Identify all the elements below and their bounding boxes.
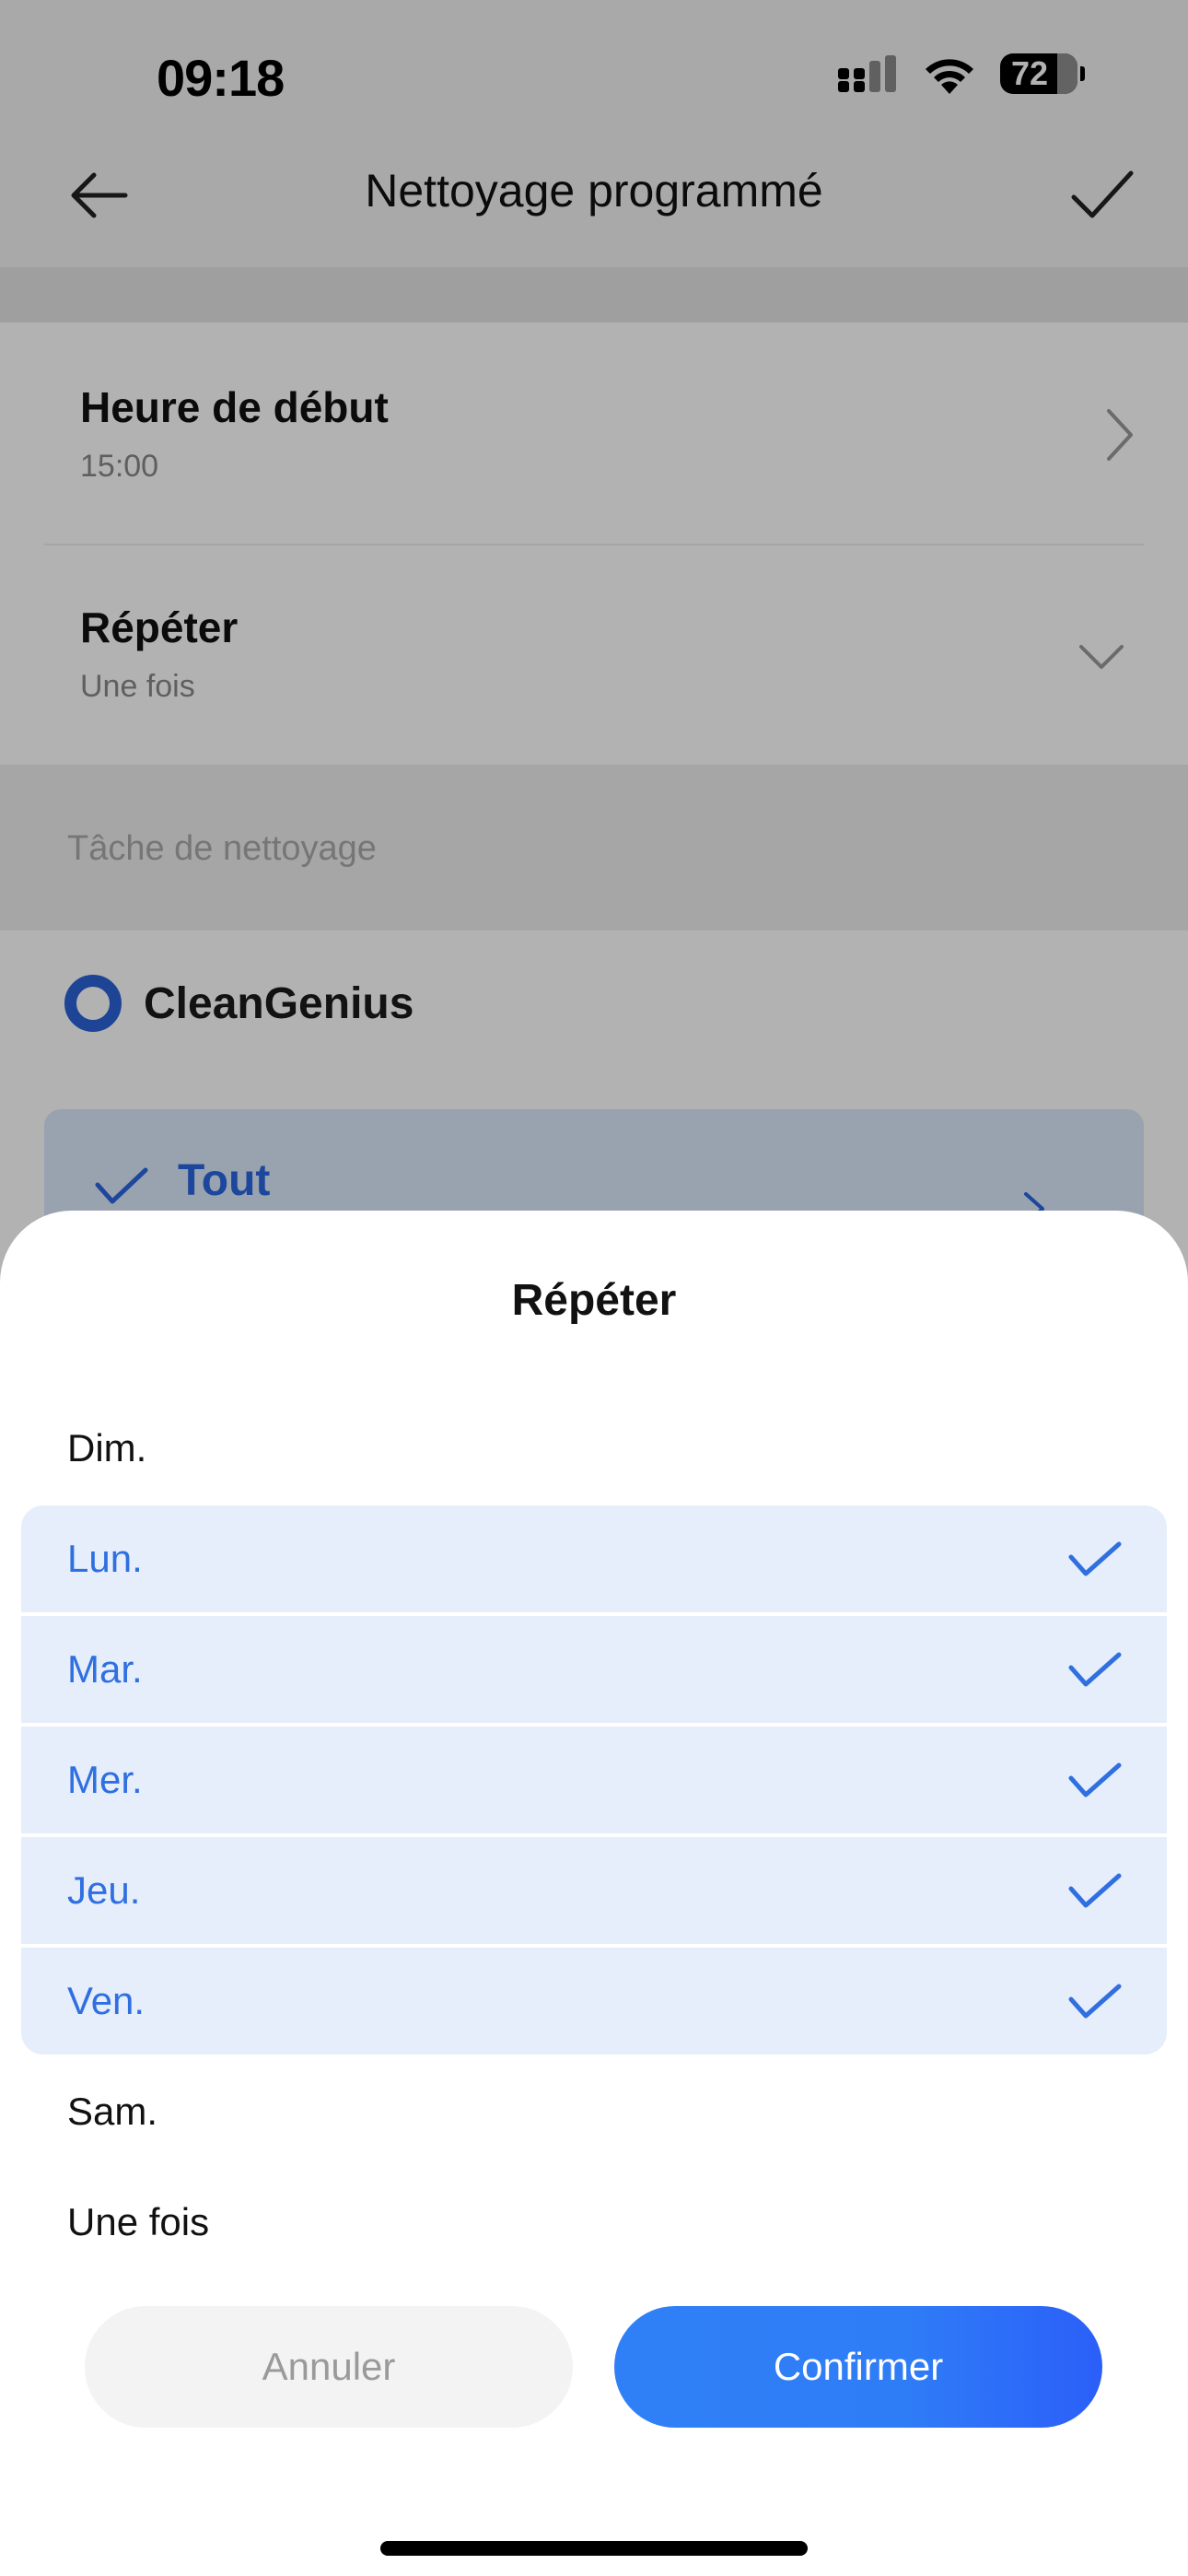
checkmark-icon [1068, 1541, 1122, 1576]
sheet-title: Répéter [511, 1276, 677, 1325]
option-label: Jeu. [67, 1868, 141, 1912]
option-sam[interactable]: Sam. [21, 2058, 1167, 2165]
option-ven[interactable]: Ven. [21, 1948, 1167, 2055]
option-mar[interactable]: Mar. [21, 1616, 1167, 1723]
option-mer[interactable]: Mer. [21, 1727, 1167, 1833]
confirm-button[interactable]: Confirmer [614, 2306, 1102, 2428]
option-label: Mar. [67, 1647, 143, 1691]
option-une-fois[interactable]: Une fois [21, 2169, 1167, 2276]
checkmark-icon [1068, 1873, 1122, 1908]
option-label: Mer. [67, 1758, 143, 1801]
checkmark-icon [1068, 1984, 1122, 2019]
option-label: Une fois [67, 2200, 210, 2243]
option-label: Sam. [67, 2090, 158, 2133]
option-label: Lun. [67, 1537, 143, 1580]
option-jeu[interactable]: Jeu. [21, 1837, 1167, 1944]
option-label: Dim. [67, 1426, 147, 1469]
home-indicator [380, 2541, 808, 2556]
checkmark-icon [1068, 1762, 1122, 1797]
option-lun[interactable]: Lun. [21, 1505, 1167, 1612]
option-dim[interactable]: Dim. [21, 1395, 1167, 1502]
option-label: Ven. [67, 1979, 146, 2022]
checkmark-icon [1068, 1652, 1122, 1687]
cancel-button[interactable]: Annuler [85, 2306, 573, 2428]
